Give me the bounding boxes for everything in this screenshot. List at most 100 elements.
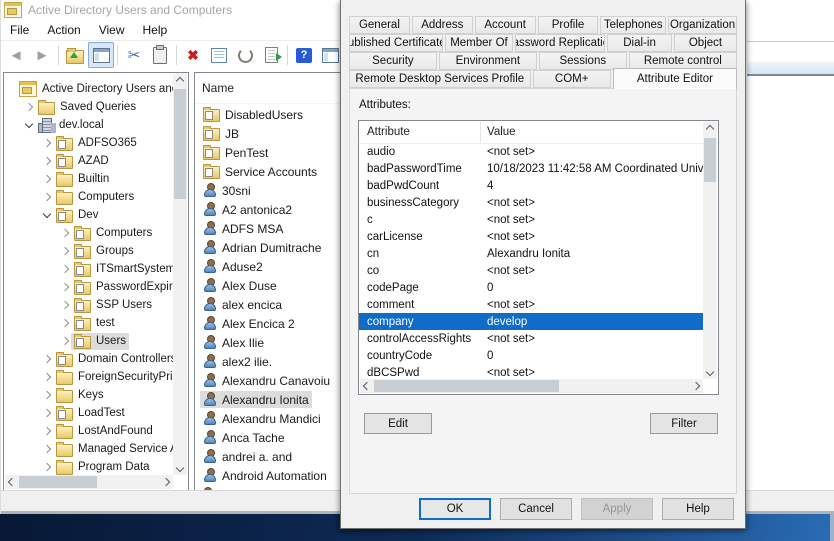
attribute-row-co[interactable]: co<not set> (359, 262, 703, 279)
tree-item-passwordexpiratio[interactable]: PasswordExpiratio (4, 278, 173, 296)
chevron-right-icon[interactable] (43, 409, 51, 417)
tree-item-groups[interactable]: Groups (4, 242, 173, 260)
attribute-row-badpwdcount[interactable]: badPwdCount4 (359, 177, 703, 194)
tab-organization[interactable]: Organization (668, 16, 737, 34)
tree-vertical-scrollbar[interactable] (173, 74, 187, 475)
chevron-right-icon[interactable] (43, 355, 51, 363)
tree-item-foreignsecurityprinci[interactable]: ForeignSecurityPrinci (4, 368, 173, 386)
scroll-up-icon[interactable] (706, 125, 714, 133)
tree-horizontal-scrollbar[interactable] (5, 475, 173, 489)
delete-button[interactable] (180, 42, 206, 68)
tree-item-dev[interactable]: Dev (4, 206, 173, 224)
attribute-row-badpasswordtime[interactable]: badPasswordTime10/18/2023 11:42:58 AM Co… (359, 160, 703, 177)
attribute-column-header[interactable]: Attribute (359, 122, 481, 143)
chevron-right-icon[interactable] (43, 427, 51, 435)
chevron-right-icon[interactable] (61, 283, 69, 291)
tree-item-ssp-users[interactable]: SSP Users (4, 296, 173, 314)
tree-item-adfso365[interactable]: ADFSO365 (4, 134, 173, 152)
tree-item-builtin[interactable]: Builtin (4, 170, 173, 188)
cancel-button[interactable]: Cancel (500, 498, 572, 520)
chevron-down-icon[interactable] (43, 209, 51, 217)
value-column-header[interactable]: Value (481, 126, 718, 138)
tree-item-domain-controllers[interactable]: Domain Controllers (4, 350, 173, 368)
chevron-right-icon[interactable] (43, 463, 51, 471)
tree-item-itsmartsystem[interactable]: ITSmartSystem (4, 260, 173, 278)
scroll-thumb[interactable] (19, 476, 97, 488)
tab-published-certificates[interactable]: Published Certificates (349, 34, 443, 52)
tree-item-computers[interactable]: Computers (4, 188, 173, 206)
attribute-row-countrycode[interactable]: countryCode0 (359, 347, 703, 364)
filter-button[interactable]: Filter (650, 413, 718, 434)
attribute-row-codepage[interactable]: codePage0 (359, 279, 703, 296)
tree-item-saved-queries[interactable]: Saved Queries (4, 98, 173, 116)
scroll-left-icon[interactable] (363, 382, 371, 390)
attribute-row-comment[interactable]: comment<not set> (359, 296, 703, 313)
tree-item-users[interactable]: Users (4, 332, 173, 350)
menu-help[interactable]: Help (134, 21, 177, 40)
chevron-right-icon[interactable] (43, 193, 51, 201)
chevron-right-icon[interactable] (61, 265, 69, 273)
attribute-row-audio[interactable]: audio<not set> (359, 143, 703, 160)
tab-object[interactable]: Object (674, 34, 737, 52)
menu-view[interactable]: View (90, 21, 134, 40)
attribute-row-c[interactable]: c<not set> (359, 211, 703, 228)
properties-button[interactable] (206, 42, 232, 68)
chevron-right-icon[interactable] (43, 445, 51, 453)
tree-item-keys[interactable]: Keys (4, 386, 173, 404)
tab-general[interactable]: General (349, 16, 410, 34)
attribute-row-businesscategory[interactable]: businessCategory<not set> (359, 194, 703, 211)
chevron-right-icon[interactable] (61, 337, 69, 345)
chevron-right-icon[interactable] (61, 319, 69, 327)
scroll-right-icon[interactable] (162, 478, 170, 486)
scroll-up-icon[interactable] (176, 77, 184, 85)
tab-environment[interactable]: Environment (439, 52, 537, 70)
scroll-right-icon[interactable] (692, 382, 700, 390)
tab-security[interactable]: Security (349, 52, 437, 70)
back-button[interactable] (3, 42, 29, 68)
tab-password-replication[interactable]: Password Replication (515, 34, 605, 52)
tab-remote-desktop-services-profile[interactable]: Remote Desktop Services Profile (349, 70, 531, 88)
edit-button[interactable]: Edit (364, 413, 432, 434)
ok-button[interactable]: OK (419, 498, 491, 520)
scroll-left-icon[interactable] (8, 478, 16, 486)
tree-item-test[interactable]: test (4, 314, 173, 332)
tree-item-lostandfound[interactable]: LostAndFound (4, 422, 173, 440)
attribute-row-company[interactable]: companydevelop (359, 313, 703, 330)
chevron-right-icon[interactable] (61, 247, 69, 255)
apply-button[interactable]: Apply (581, 498, 653, 520)
tab-profile[interactable]: Profile (538, 16, 599, 34)
menu-action[interactable]: Action (38, 21, 89, 40)
tree-item-program-data[interactable]: Program Data (4, 458, 173, 475)
chevron-right-icon[interactable] (25, 103, 33, 111)
chevron-right-icon[interactable] (43, 175, 51, 183)
tab-dial-in[interactable]: Dial-in (607, 34, 672, 52)
paste-button[interactable] (147, 42, 173, 68)
scroll-thumb[interactable] (704, 138, 716, 182)
forward-button[interactable] (29, 42, 55, 68)
show-console-tree-button[interactable] (88, 42, 114, 68)
scroll-thumb[interactable] (174, 89, 186, 199)
chevron-right-icon[interactable] (61, 229, 69, 237)
attribute-row-cn[interactable]: cnAlexandru Ionita (359, 245, 703, 262)
scroll-down-icon[interactable] (176, 464, 184, 472)
chevron-right-icon[interactable] (43, 157, 51, 165)
tree-item-computers[interactable]: Computers (4, 224, 173, 242)
tree-item-dev-local[interactable]: dev.local (4, 116, 173, 134)
chevron-right-icon[interactable] (43, 139, 51, 147)
tree-item-loadtest[interactable]: LoadTest (4, 404, 173, 422)
tab-address[interactable]: Address (412, 16, 473, 34)
up-one-level-button[interactable] (62, 42, 88, 68)
attributes-vertical-scrollbar[interactable] (703, 122, 717, 379)
export-list-button[interactable] (258, 42, 284, 68)
scroll-down-icon[interactable] (706, 368, 714, 376)
chevron-right-icon[interactable] (43, 373, 51, 381)
scroll-thumb[interactable] (374, 380, 559, 392)
tree-item-azad[interactable]: AZAD (4, 152, 173, 170)
menu-file[interactable]: File (1, 21, 38, 40)
attribute-row-carlicense[interactable]: carLicense<not set> (359, 228, 703, 245)
cut-button[interactable] (121, 42, 147, 68)
chevron-right-icon[interactable] (43, 391, 51, 399)
tab-attribute-editor[interactable]: Attribute Editor (613, 68, 737, 89)
tree-item-active-directory-users-and-c[interactable]: Active Directory Users and C (4, 80, 173, 98)
tab-telephones[interactable]: Telephones (600, 16, 666, 34)
